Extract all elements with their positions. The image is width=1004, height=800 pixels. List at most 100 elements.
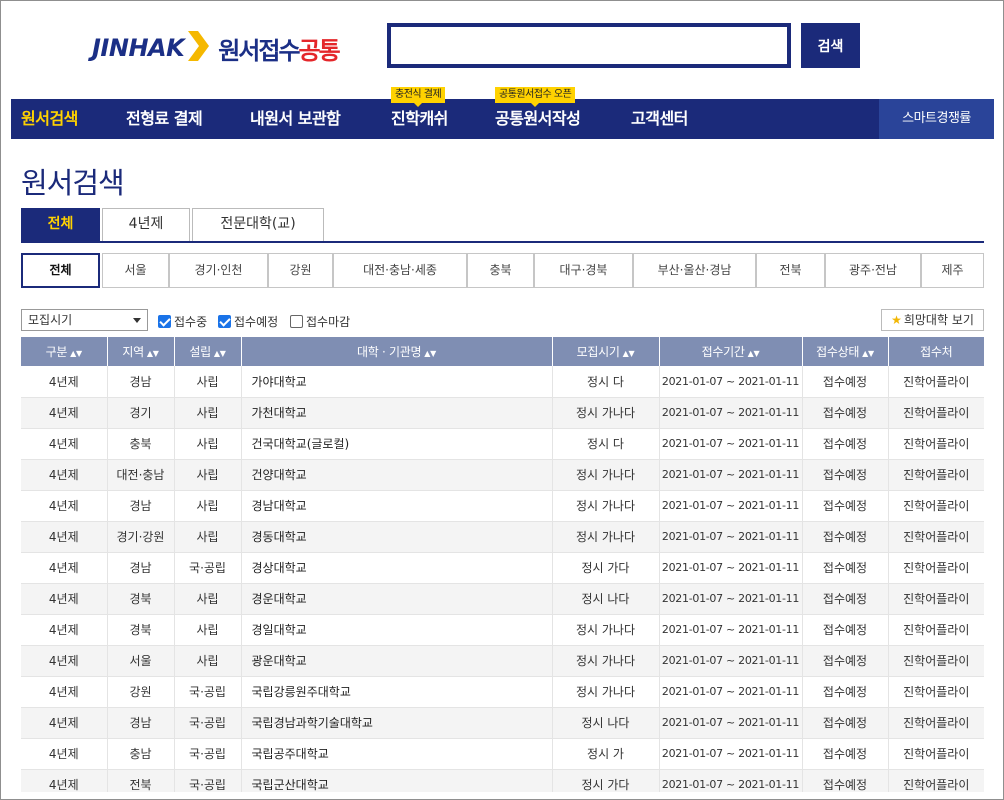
cell-agency[interactable]: 진학어플라이 bbox=[888, 614, 984, 646]
cell-agency[interactable]: 진학어플라이 bbox=[888, 490, 984, 522]
cell-agency[interactable]: 진학어플라이 bbox=[888, 583, 984, 615]
cell-agency[interactable]: 진학어플라이 bbox=[888, 552, 984, 584]
table-row[interactable]: 4년제 경북 사립 경운대학교 정시 나다 2021-01-07 ~ 2021-01-11… bbox=[21, 583, 984, 615]
cell-agency[interactable]: 진학어플라이 bbox=[888, 397, 984, 429]
cell-status: 접수예정 bbox=[802, 583, 889, 615]
cell-university-name[interactable]: 국립강릉원주대학교 bbox=[241, 676, 553, 708]
cell-university-name[interactable]: 국립경남과학기술대학교 bbox=[241, 707, 553, 739]
cell-agency[interactable]: 진학어플라이 bbox=[888, 459, 984, 491]
cell-university-name[interactable]: 광운대학교 bbox=[241, 645, 553, 677]
nav-item-label: 진학캐쉬 bbox=[391, 109, 448, 128]
cell-agency[interactable]: 진학어플라이 bbox=[888, 521, 984, 553]
checkbox-closed[interactable]: 접수마감 bbox=[290, 312, 350, 330]
cell-status: 접수예정 bbox=[802, 614, 889, 646]
cell-university-name[interactable]: 경상대학교 bbox=[241, 552, 553, 584]
search-input[interactable] bbox=[391, 27, 787, 64]
cell-agency[interactable]: 진학어플라이 bbox=[888, 366, 984, 398]
recruit-period-select[interactable]: 모집시기 bbox=[21, 309, 148, 331]
logo-chevron-icon bbox=[186, 29, 210, 67]
checkbox-scheduled[interactable]: 접수예정 bbox=[218, 312, 278, 330]
table-row[interactable]: 4년제 전북 국·공립 국립군산대학교 정시 가다 2021-01-07 ~ 2021-0… bbox=[21, 769, 984, 792]
table-row[interactable]: 4년제 경남 국·공립 국립경남과학기술대학교 정시 나다 2021-01-07 ~ 20… bbox=[21, 707, 984, 739]
column-header-period[interactable]: 모집시기 ▲▼ bbox=[552, 337, 660, 366]
cell-agency[interactable]: 진학어플라이 bbox=[888, 676, 984, 708]
cell-region: 경남 bbox=[107, 366, 175, 398]
search-box bbox=[387, 23, 791, 68]
university-table-wrap: 구분 ▲▼ 지역 ▲▼ 설립 ▲▼ 대학 · 기관명 ▲▼ 모집시기 ▲▼ 접수기간 ▲▼ … bbox=[21, 337, 984, 792]
cell-university-name[interactable]: 경운대학교 bbox=[241, 583, 553, 615]
column-header-dates[interactable]: 접수기간 ▲▼ bbox=[659, 337, 803, 366]
cell-status: 접수예정 bbox=[802, 490, 889, 522]
checkbox-accepting[interactable]: 접수중 bbox=[158, 312, 207, 330]
region-jeonbuk[interactable]: 전북 bbox=[756, 253, 825, 288]
nav-badge-open: 공통원서접수 오픈 bbox=[495, 87, 576, 107]
cell-university-name[interactable]: 국립공주대학교 bbox=[241, 738, 553, 770]
site-logo[interactable]: JINHAK 원서접수공통 bbox=[92, 28, 341, 68]
checkbox-label: 접수예정 bbox=[234, 314, 279, 329]
column-header-type[interactable]: 구분 ▲▼ bbox=[21, 337, 108, 366]
nav-item-common-application[interactable]: 공통원서접수 오픈 공통원서작성 bbox=[495, 87, 581, 139]
cell-university-name[interactable]: 건양대학교 bbox=[241, 459, 553, 491]
nav-item-application-search[interactable]: 원서검색 bbox=[21, 99, 78, 139]
table-row[interactable]: 4년제 경기 사립 가천대학교 정시 가나다 2021-01-07 ~ 2021-01-1… bbox=[21, 397, 984, 429]
cell-founding: 사립 bbox=[174, 366, 242, 398]
cell-university-name[interactable]: 경남대학교 bbox=[241, 490, 553, 522]
cell-agency[interactable]: 진학어플라이 bbox=[888, 769, 984, 792]
table-row[interactable]: 4년제 경기·강원 사립 경동대학교 정시 가나다 2021-01-07 ~ 2021-0… bbox=[21, 521, 984, 553]
cell-status: 접수예정 bbox=[802, 428, 889, 460]
column-header-name[interactable]: 대학 · 기관명 ▲▼ bbox=[241, 337, 553, 366]
cell-university-name[interactable]: 가야대학교 bbox=[241, 366, 553, 398]
nav-item-customer-center[interactable]: 고객센터 bbox=[631, 99, 688, 139]
nav-item-jinhak-cash[interactable]: 충전식 결제 진학캐쉬 bbox=[391, 87, 448, 139]
region-gyeonggi-incheon[interactable]: 경기·인천 bbox=[169, 253, 268, 288]
cell-agency[interactable]: 진학어플라이 bbox=[888, 645, 984, 677]
tab-all[interactable]: 전체 bbox=[21, 208, 100, 241]
cell-region: 경남 bbox=[107, 552, 175, 584]
cell-university-name[interactable]: 경일대학교 bbox=[241, 614, 553, 646]
cell-status: 접수예정 bbox=[802, 552, 889, 584]
column-header-founding[interactable]: 설립 ▲▼ bbox=[174, 337, 242, 366]
cell-agency[interactable]: 진학어플라이 bbox=[888, 738, 984, 770]
cell-university-name[interactable]: 경동대학교 bbox=[241, 521, 553, 553]
table-row[interactable]: 4년제 서울 사립 광운대학교 정시 가나다 2021-01-07 ~ 2021-01-1… bbox=[21, 645, 984, 677]
region-daegu-gyeongbuk[interactable]: 대구·경북 bbox=[534, 253, 633, 288]
region-gangwon[interactable]: 강원 bbox=[268, 253, 333, 288]
nav-badge-charge: 충전식 결제 bbox=[391, 87, 446, 107]
nav-item-fee-payment[interactable]: 전형료 결제 bbox=[126, 99, 203, 139]
table-row[interactable]: 4년제 충북 사립 건국대학교(글로컬) 정시 다 2021-01-07 ~ 2021-0… bbox=[21, 428, 984, 460]
table-row[interactable]: 4년제 경남 사립 가야대학교 정시 다 2021-01-07 ~ 2021-01-11 접… bbox=[21, 366, 984, 398]
cell-agency[interactable]: 진학어플라이 bbox=[888, 428, 984, 460]
region-busan-ulsan-gyeongnam[interactable]: 부산·울산·경남 bbox=[633, 253, 756, 288]
table-row[interactable]: 4년제 강원 국·공립 국립강릉원주대학교 정시 가나다 2021-01-07 ~ 202… bbox=[21, 676, 984, 708]
cell-period: 정시 가나다 bbox=[552, 459, 660, 491]
wish-university-button[interactable]: ★ 희망대학 보기 bbox=[881, 309, 984, 331]
region-gwangju-jeonnam[interactable]: 광주·전남 bbox=[825, 253, 921, 288]
table-row[interactable]: 4년제 경남 국·공립 경상대학교 정시 가다 2021-01-07 ~ 2021-01-… bbox=[21, 552, 984, 584]
column-header-status[interactable]: 접수상태 ▲▼ bbox=[802, 337, 889, 366]
cell-dates: 2021-01-07 ~ 2021-01-11 bbox=[659, 614, 803, 646]
column-header-region[interactable]: 지역 ▲▼ bbox=[107, 337, 175, 366]
table-row[interactable]: 4년제 경북 사립 경일대학교 정시 가나다 2021-01-07 ~ 2021-01-1… bbox=[21, 614, 984, 646]
nav-item-my-applications[interactable]: 내원서 보관함 bbox=[250, 99, 341, 139]
tab-4year[interactable]: 4년제 bbox=[102, 208, 190, 241]
region-seoul[interactable]: 서울 bbox=[102, 253, 169, 288]
region-daejeon-chungnam-sejong[interactable]: 대전·충남·세종 bbox=[333, 253, 467, 288]
cell-region: 경기 bbox=[107, 397, 175, 429]
cell-university-name[interactable]: 가천대학교 bbox=[241, 397, 553, 429]
table-row[interactable]: 4년제 경남 사립 경남대학교 정시 가나다 2021-01-07 ~ 2021-01-1… bbox=[21, 490, 984, 522]
cell-agency[interactable]: 진학어플라이 bbox=[888, 707, 984, 739]
region-jeju[interactable]: 제주 bbox=[921, 253, 984, 288]
region-chungbuk[interactable]: 충북 bbox=[467, 253, 534, 288]
checkbox-icon bbox=[218, 314, 231, 328]
search-button[interactable]: 검색 bbox=[801, 23, 860, 68]
table-row[interactable]: 4년제 대전·충남 사립 건양대학교 정시 가나다 2021-01-07 ~ 2021-0… bbox=[21, 459, 984, 491]
region-all[interactable]: 전체 bbox=[21, 253, 100, 288]
smart-competition-button[interactable]: 스마트경쟁률 bbox=[879, 99, 994, 139]
tab-college[interactable]: 전문대학(교) bbox=[192, 208, 324, 241]
cell-university-name[interactable]: 국립군산대학교 bbox=[241, 769, 553, 792]
cell-period: 정시 가나다 bbox=[552, 521, 660, 553]
cell-university-name[interactable]: 건국대학교(글로컬) bbox=[241, 428, 553, 460]
cell-dates: 2021-01-07 ~ 2021-01-11 bbox=[659, 738, 803, 770]
cell-type: 4년제 bbox=[21, 707, 108, 739]
table-row[interactable]: 4년제 충남 국·공립 국립공주대학교 정시 가 2021-01-07 ~ 2021-01… bbox=[21, 738, 984, 770]
